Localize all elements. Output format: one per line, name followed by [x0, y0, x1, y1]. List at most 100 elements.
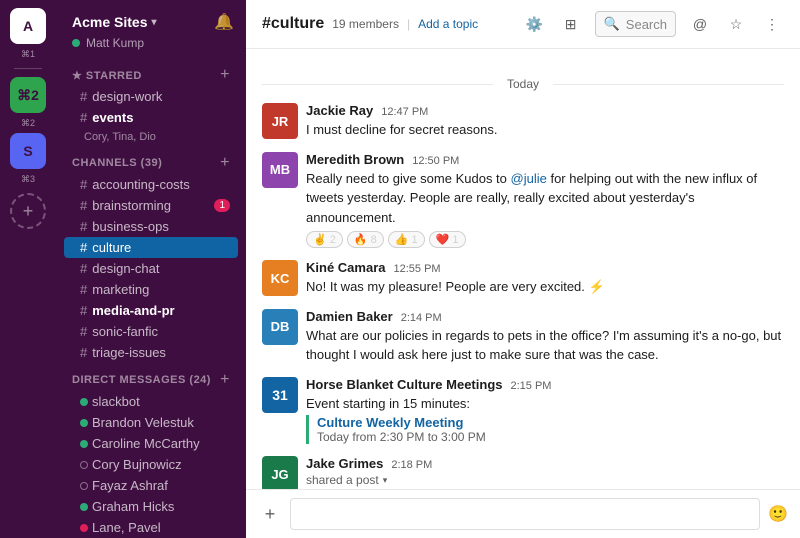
channel-header: #culture 19 members | Add a topic ⚙️ ⊞ 🔍…: [246, 0, 800, 49]
add-topic-link[interactable]: Add a topic: [418, 17, 478, 31]
channel-title: #culture: [262, 15, 324, 33]
workspace-icon-3[interactable]: S: [10, 133, 46, 169]
dm-status-slackbot: [80, 398, 88, 406]
message-input[interactable]: [290, 498, 760, 530]
messages-area: Today JR Jackie Ray 12:47 PM I must decl…: [246, 49, 800, 489]
message-author: Horse Blanket Culture Meetings: [306, 377, 503, 392]
at-icon[interactable]: @: [688, 12, 712, 36]
add-dm-button[interactable]: +: [220, 371, 230, 389]
message-author: Kiné Camara: [306, 260, 385, 275]
workspace-header[interactable]: Acme Sites ▾ 🔔: [56, 0, 246, 36]
star-icon[interactable]: ☆: [724, 12, 748, 36]
workspace-num-2: ⌘2: [21, 118, 35, 129]
sidebar-item-triage-issues[interactable]: # triage-issues: [64, 342, 238, 363]
message-text: What are our policies in regards to pets…: [306, 326, 784, 365]
message-author: Meredith Brown: [306, 152, 404, 167]
sidebar-item-cory[interactable]: Cory Bujnowicz: [64, 454, 238, 475]
sidebar-item-brainstorming[interactable]: # brainstorming 1: [64, 195, 238, 216]
message-author: Jake Grimes: [306, 456, 383, 471]
workspace-icon-2[interactable]: ⌘2: [10, 77, 46, 113]
event-link[interactable]: Culture Weekly Meeting: [317, 415, 463, 430]
channel-meta: 19 members | Add a topic: [332, 17, 478, 31]
dm-section-label: DIRECT MESSAGES (24) +: [56, 363, 246, 391]
message-time: 2:14 PM: [401, 312, 442, 324]
reaction-button[interactable]: ✌️ 2: [306, 231, 343, 248]
search-box[interactable]: 🔍 Search: [595, 11, 676, 37]
message-time: 12:55 PM: [393, 263, 440, 275]
message-time: 2:15 PM: [511, 380, 552, 392]
workspace-abbr-3: S: [23, 143, 32, 159]
shared-post-label: shared a post ▾: [306, 473, 784, 487]
dm-status-fayaz: [80, 482, 88, 490]
more-icon[interactable]: ⋮: [760, 12, 784, 36]
header-actions: 🔔: [214, 12, 234, 32]
workspace-num-3: ⌘3: [21, 174, 35, 185]
add-channel-button[interactable]: +: [220, 154, 230, 172]
message-content: Meredith Brown 12:50 PM Really need to g…: [306, 152, 784, 249]
bell-icon[interactable]: 🔔: [214, 12, 234, 32]
sidebar-user: Matt Kump: [56, 36, 246, 58]
emoji-button[interactable]: 🙂: [768, 504, 788, 524]
sidebar-item-lane[interactable]: Lane, Pavel: [64, 517, 238, 538]
sidebar-item-fayaz[interactable]: Fayaz Ashraf: [64, 475, 238, 496]
add-starred-button[interactable]: +: [220, 66, 230, 84]
reaction-button[interactable]: 👍 1: [388, 231, 425, 248]
workspace-icon-1[interactable]: A: [10, 8, 46, 44]
message-row: JR Jackie Ray 12:47 PM I must decline fo…: [262, 103, 784, 140]
sidebar-item-sonic-fanfic[interactable]: # sonic-fanfic: [64, 321, 238, 342]
sidebar-item-accounting-costs[interactable]: # accounting-costs: [64, 174, 238, 195]
sidebar-item-marketing[interactable]: # marketing: [64, 279, 238, 300]
dm-status-cory: [80, 461, 88, 469]
dm-status-caroline: [80, 440, 88, 448]
add-attachment-button[interactable]: +: [258, 502, 282, 526]
sidebar-item-events[interactable]: # events: [64, 107, 238, 128]
add-workspace-button[interactable]: +: [10, 193, 46, 229]
avatar: JR: [262, 103, 298, 139]
chevron-down-icon: ▾: [151, 17, 156, 28]
calendar-event: Culture Weekly Meeting Today from 2:30 P…: [306, 415, 784, 444]
message-content: Jackie Ray 12:47 PM I must decline for s…: [306, 103, 784, 140]
message-time: 12:50 PM: [412, 155, 459, 167]
sidebar-item-business-ops[interactable]: # business-ops: [64, 216, 238, 237]
message-text: I must decline for secret reasons.: [306, 120, 784, 140]
sidebar-item-brandon[interactable]: Brandon Velestuk: [64, 412, 238, 433]
message-author: Damien Baker: [306, 309, 393, 324]
channels-section-label: CHANNELS (39) +: [56, 146, 246, 174]
workspace-abbr: A: [23, 18, 33, 34]
workspace-abbr-2: ⌘2: [17, 87, 39, 104]
sidebar-item-culture[interactable]: # culture: [64, 237, 238, 258]
calendar-avatar: 31: [262, 377, 298, 413]
sidebar-item-media-and-pr[interactable]: # media-and-pr: [64, 300, 238, 321]
avatar: MB: [262, 152, 298, 188]
workspace-num-1: ⌘1: [21, 49, 35, 60]
user-status-dot: [72, 39, 80, 47]
date-divider: Today: [262, 77, 784, 91]
sidebar-item-slackbot[interactable]: slackbot: [64, 391, 238, 412]
message-row: KC Kiné Camara 12:55 PM No! It was my pl…: [262, 260, 784, 297]
message-row: JG Jake Grimes 2:18 PM shared a post ▾: [262, 456, 784, 489]
mention-link[interactable]: @julie: [511, 171, 547, 186]
header-actions: ⚙️ ⊞ 🔍 Search @ ☆ ⋮: [523, 11, 784, 37]
event-time: Today from 2:30 PM to 3:00 PM: [317, 430, 784, 444]
workspace-bar: A ⌘1 ⌘2 ⌘2 S ⌘3 +: [0, 0, 56, 538]
layout-icon[interactable]: ⊞: [559, 12, 583, 36]
message-row: MB Meredith Brown 12:50 PM Really need t…: [262, 152, 784, 249]
message-content: Horse Blanket Culture Meetings 2:15 PM E…: [306, 377, 784, 445]
avatar: JG: [262, 456, 298, 489]
emoji-reactions: ✌️ 2 🔥 8 👍 1 ❤️ 1: [306, 231, 784, 248]
sidebar-events-members: Cory, Tina, Dio: [64, 128, 238, 146]
sidebar-item-graham[interactable]: Graham Hicks: [64, 496, 238, 517]
message-content: Jake Grimes 2:18 PM shared a post ▾: [306, 456, 784, 489]
settings-icon[interactable]: ⚙️: [523, 12, 547, 36]
sidebar-item-design-work[interactable]: # design-work: [64, 86, 238, 107]
avatar: KC: [262, 260, 298, 296]
search-icon: 🔍: [604, 16, 620, 32]
message-row: DB Damien Baker 2:14 PM What are our pol…: [262, 309, 784, 365]
reaction-button[interactable]: ❤️ 1: [429, 231, 466, 248]
message-time: 2:18 PM: [391, 459, 432, 471]
reaction-button[interactable]: 🔥 8: [347, 231, 384, 248]
chevron-down-icon: ▾: [383, 475, 388, 486]
sidebar-item-caroline[interactable]: Caroline McCarthy: [64, 433, 238, 454]
sidebar-item-design-chat[interactable]: # design-chat: [64, 258, 238, 279]
message-input-area: + 🙂: [246, 489, 800, 538]
